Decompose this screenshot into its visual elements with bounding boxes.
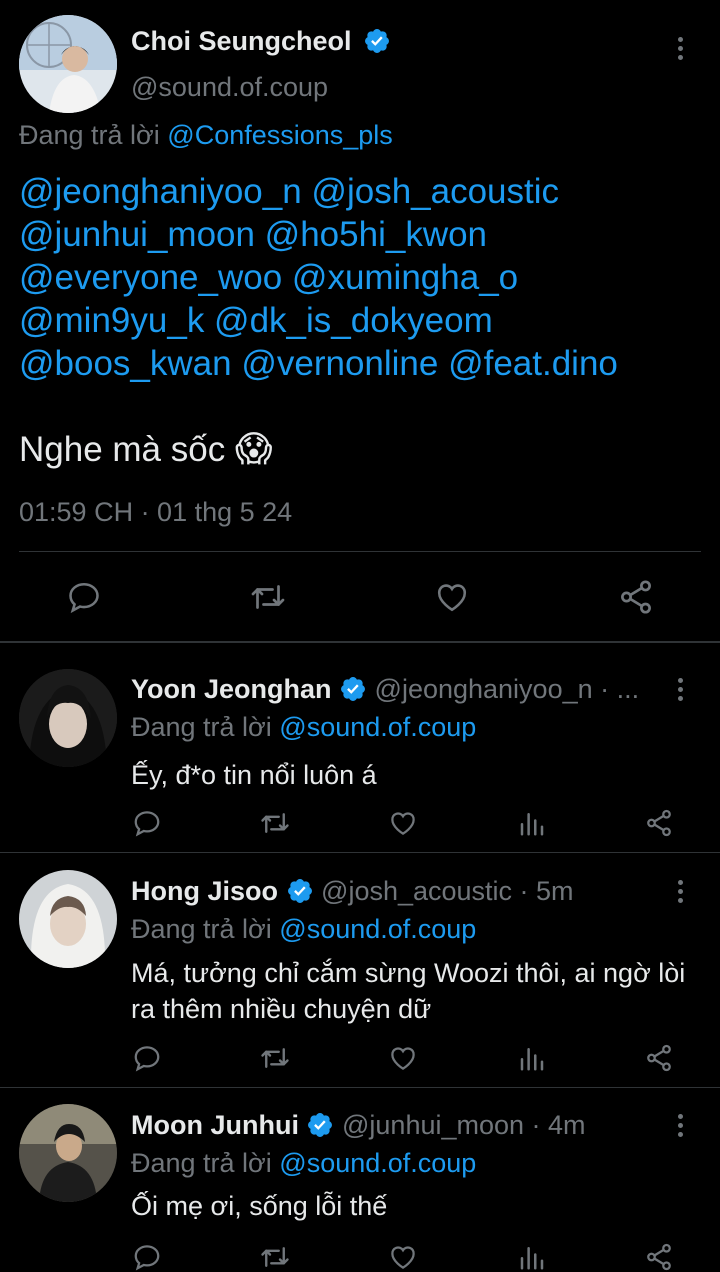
replying-prefix: Đang trả lời xyxy=(131,712,272,742)
avatar-image xyxy=(19,870,117,968)
mention-line[interactable]: @jeonghaniyoo_n @josh_acoustic xyxy=(19,170,709,213)
more-options-icon[interactable] xyxy=(676,1114,684,1137)
scream-emoji-icon: 😱 xyxy=(234,428,273,469)
reply-avatar[interactable] xyxy=(19,669,117,767)
divider xyxy=(0,641,720,643)
reply-meta: @josh_acoustic · 5m xyxy=(321,876,574,906)
retweet-icon[interactable] xyxy=(258,1043,292,1073)
verified-badge-icon xyxy=(363,27,391,55)
replying-to-line: Đang trả lời @Confessions_pls xyxy=(19,120,393,151)
replying-to-link[interactable]: @sound.of.coup xyxy=(279,712,476,742)
divider xyxy=(19,551,701,552)
tweet-timestamp[interactable]: 01:59 CH · 01 thg 5 24 xyxy=(19,497,292,528)
replying-prefix: Đang trả lời xyxy=(131,914,272,944)
avatar-image xyxy=(19,15,117,113)
share-icon[interactable] xyxy=(644,1043,674,1073)
reply-meta: @jeonghaniyoo_n · ... xyxy=(374,674,640,704)
share-icon[interactable] xyxy=(617,578,655,616)
mention-line[interactable]: @junhui_moon @ho5hi_kwon xyxy=(19,213,709,256)
divider xyxy=(0,852,720,853)
more-options-icon[interactable] xyxy=(676,880,684,903)
reply-author-name[interactable]: Moon Junhui xyxy=(131,1110,299,1140)
mention-list: @jeonghaniyoo_n @josh_acoustic @junhui_m… xyxy=(19,170,709,385)
reply-avatar[interactable] xyxy=(19,870,117,968)
divider xyxy=(0,1087,720,1088)
tweet-text: Nghe mà sốc 😱 xyxy=(19,428,272,470)
retweet-icon[interactable] xyxy=(248,579,288,615)
reply-author-name[interactable]: Yoon Jeonghan xyxy=(131,674,332,704)
like-icon[interactable] xyxy=(433,579,471,615)
reply-author-name[interactable]: Hong Jisoo xyxy=(131,876,278,906)
reply-icon[interactable] xyxy=(132,808,162,838)
main-author-handle[interactable]: @sound.of.coup xyxy=(131,72,328,103)
more-options-icon[interactable] xyxy=(676,678,684,701)
reply-meta: @junhui_moon · 4m xyxy=(342,1110,586,1140)
replying-to-link[interactable]: @sound.of.coup xyxy=(279,914,476,944)
reply-header: Yoon Jeonghan @jeonghaniyoo_n · ... xyxy=(131,674,691,705)
more-options-icon[interactable] xyxy=(676,37,684,60)
mention-line[interactable]: @boos_kwan @vernonline @feat.dino xyxy=(19,342,709,385)
reply-avatar[interactable] xyxy=(19,1104,117,1202)
replying-to-line: Đang trả lời @sound.of.coup xyxy=(131,712,476,743)
like-icon[interactable] xyxy=(387,1043,419,1073)
replying-to-line: Đang trả lời @sound.of.coup xyxy=(131,914,476,945)
like-icon[interactable] xyxy=(387,808,419,838)
retweet-icon[interactable] xyxy=(258,808,292,838)
main-avatar[interactable] xyxy=(19,15,117,113)
replying-prefix: Đang trả lời xyxy=(19,120,160,150)
reply-text: Má, tưởng chỉ cắm sừng Woozi thôi, ai ng… xyxy=(131,958,686,1024)
reply-text: Ếy, đ*o tin nổi luôn á xyxy=(131,760,377,790)
verified-badge-icon xyxy=(306,1111,334,1139)
replying-to-link[interactable]: @sound.of.coup xyxy=(279,1148,476,1178)
views-icon[interactable] xyxy=(517,808,547,838)
avatar-image xyxy=(19,669,117,767)
tweet-text-body: Nghe mà sốc xyxy=(19,430,226,469)
verified-badge-icon xyxy=(339,675,367,703)
reply-icon[interactable] xyxy=(132,1043,162,1073)
share-icon[interactable] xyxy=(644,808,674,838)
replying-to-link[interactable]: @Confessions_pls xyxy=(167,120,393,150)
reply-header: Hong Jisoo @josh_acoustic · 5m xyxy=(131,876,691,907)
verified-badge-icon xyxy=(286,877,314,905)
reply-text: Ối mẹ ơi, sống lỗi thế xyxy=(131,1191,388,1221)
avatar-image xyxy=(19,1104,117,1202)
mention-line[interactable]: @everyone_woo @xumingha_o xyxy=(19,256,709,299)
mention-line[interactable]: @min9yu_k @dk_is_dokyeom xyxy=(19,299,709,342)
replying-to-line: Đang trả lời @sound.of.coup xyxy=(131,1148,476,1179)
main-author-name[interactable]: Choi Seungcheol xyxy=(131,26,391,57)
reply-header: Moon Junhui @junhui_moon · 4m xyxy=(131,1110,691,1141)
replying-prefix: Đang trả lời xyxy=(131,1148,272,1178)
views-icon[interactable] xyxy=(517,1043,547,1073)
reply-icon[interactable] xyxy=(66,579,102,615)
